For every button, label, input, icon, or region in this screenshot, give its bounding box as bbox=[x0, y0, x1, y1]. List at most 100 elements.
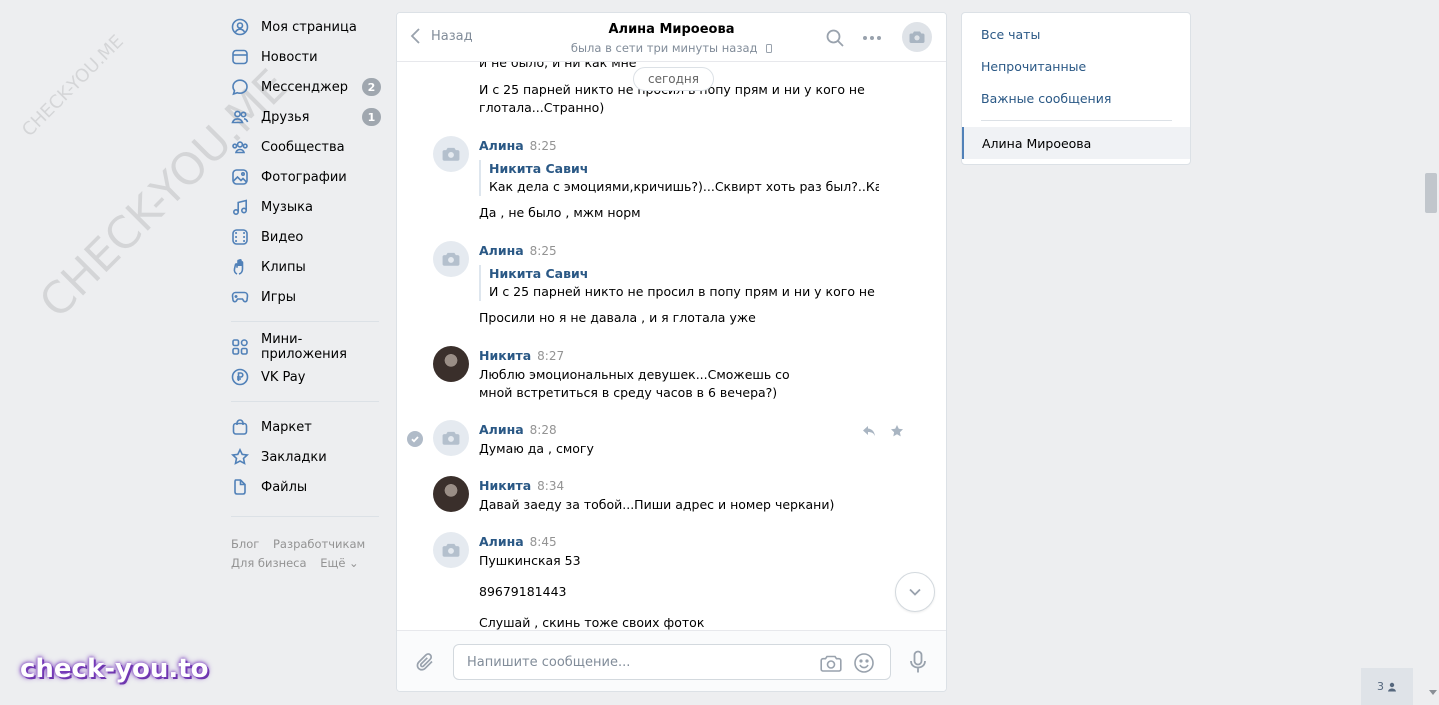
nav-communities[interactable]: Сообщества bbox=[231, 132, 381, 162]
messenger-count-badge: 2 bbox=[362, 78, 381, 96]
camera-icon bbox=[442, 147, 460, 161]
peer-avatar[interactable] bbox=[902, 22, 932, 52]
message-time[interactable]: 8:34 bbox=[537, 479, 564, 493]
nav-label: Новости bbox=[261, 49, 318, 65]
peer-status-text: была в сети три минуты назад bbox=[570, 41, 758, 55]
message-time[interactable]: 8:45 bbox=[530, 535, 557, 549]
message-header: Алина 8:28 bbox=[479, 422, 557, 437]
message-author[interactable]: Алина bbox=[479, 243, 524, 258]
nav-music[interactable]: Музыка bbox=[231, 192, 381, 222]
nav-games[interactable]: Игры bbox=[231, 282, 381, 312]
message-text: Пушкинская 53 bbox=[479, 553, 581, 568]
select-check-icon[interactable] bbox=[407, 431, 423, 447]
reply-quote[interactable]: Никита Савич Как дела с эмоциями,кричишь… bbox=[479, 160, 879, 196]
video-icon bbox=[231, 228, 249, 246]
more-icon[interactable] bbox=[861, 28, 883, 48]
nav-label: Музыка bbox=[261, 199, 313, 215]
sender-avatar[interactable] bbox=[433, 241, 469, 277]
footer-link-business[interactable]: Для бизнеса bbox=[231, 556, 307, 570]
message-composer bbox=[397, 630, 946, 691]
user-circle-icon bbox=[231, 18, 249, 36]
camera-icon bbox=[909, 31, 925, 43]
nav-label: VK Pay bbox=[261, 369, 306, 385]
nav-bookmarks[interactable]: Закладки bbox=[231, 442, 381, 472]
nav-label: Видео bbox=[261, 229, 304, 245]
filter-unread[interactable]: Непрочитанные bbox=[981, 59, 1086, 74]
footer-link-more[interactable]: Ещё ⌄ bbox=[320, 556, 358, 570]
camera-icon[interactable] bbox=[820, 653, 842, 673]
paperclip-icon[interactable] bbox=[415, 651, 437, 673]
sender-avatar[interactable] bbox=[433, 420, 469, 456]
message-author[interactable]: Никита bbox=[479, 348, 531, 363]
search-icon[interactable] bbox=[825, 28, 845, 48]
message-author[interactable]: Алина bbox=[479, 534, 524, 549]
camera-icon bbox=[442, 431, 460, 445]
nav-friends[interactable]: Друзья 1 bbox=[231, 102, 381, 132]
message-author[interactable]: Никита bbox=[479, 478, 531, 493]
sender-avatar[interactable] bbox=[433, 532, 469, 568]
nav-clips[interactable]: Клипы bbox=[231, 252, 381, 282]
nav-my-page[interactable]: Моя страница bbox=[231, 12, 381, 42]
date-separator: сегодня bbox=[633, 67, 714, 91]
emoji-icon[interactable] bbox=[853, 652, 875, 674]
nav-photos[interactable]: Фотографии bbox=[231, 162, 381, 192]
message-text: 89679181443 bbox=[479, 584, 567, 599]
nav-news[interactable]: Новости bbox=[231, 42, 381, 72]
chevron-left-icon bbox=[410, 28, 420, 44]
filter-all-chats[interactable]: Все чаты bbox=[981, 27, 1040, 42]
communities-icon bbox=[231, 138, 249, 156]
reply-icon[interactable] bbox=[862, 424, 876, 438]
nav-label: Мини-приложения bbox=[261, 332, 347, 362]
online-count: 3 bbox=[1377, 680, 1384, 693]
active-chat-item[interactable]: Алина Мироеова bbox=[962, 127, 1190, 159]
quote-text: Как дела с эмоциями,кричишь?)...Сквирт х… bbox=[489, 179, 879, 194]
nav-files[interactable]: Файлы bbox=[231, 472, 381, 502]
filter-important[interactable]: Важные сообщения bbox=[981, 91, 1111, 106]
nav-messenger[interactable]: Мессенджер 2 bbox=[231, 72, 381, 102]
watermark-small: CHECK-YOU.ME bbox=[18, 31, 128, 141]
message-header: Алина 8:25 bbox=[479, 243, 557, 258]
footer-link-blog[interactable]: Блог bbox=[231, 537, 259, 551]
photos-icon bbox=[231, 168, 249, 186]
camera-icon bbox=[442, 252, 460, 266]
message-text: Люблю эмоциональных девушек...Сможешь со… bbox=[479, 367, 790, 400]
reply-quote[interactable]: Никита Савич И с 25 парней никто не прос… bbox=[479, 265, 879, 301]
star-icon[interactable] bbox=[890, 424, 904, 438]
brand-watermark: check-you.to bbox=[20, 654, 209, 684]
scroll-arrow-icon[interactable] bbox=[1429, 690, 1437, 695]
chat-filter-panel: Все чаты Непрочитанные Важные сообщения … bbox=[961, 12, 1191, 165]
page-scrollbar-thumb[interactable] bbox=[1425, 173, 1437, 213]
nav-mini-apps[interactable]: Мини-приложения bbox=[231, 332, 381, 362]
nav-label: Файлы bbox=[261, 479, 308, 495]
nav-vk-pay[interactable]: VK Pay bbox=[231, 362, 381, 392]
footer-link-developers[interactable]: Разработчикам bbox=[273, 537, 365, 551]
chat-panel: Назад Алина Мироеова была в сети три мин… bbox=[396, 12, 947, 692]
files-icon bbox=[231, 478, 249, 496]
nav-label: Закладки bbox=[261, 449, 327, 465]
clips-icon bbox=[231, 258, 249, 276]
online-friends-badge[interactable]: 3 bbox=[1361, 668, 1413, 705]
message-author[interactable]: Алина bbox=[479, 422, 524, 437]
message-time[interactable]: 8:28 bbox=[530, 423, 557, 437]
message-author[interactable]: Алина bbox=[479, 138, 524, 153]
back-button[interactable]: Назад bbox=[409, 27, 473, 45]
chat-header: Назад Алина Мироеова была в сети три мин… bbox=[397, 13, 946, 62]
scroll-down-button[interactable] bbox=[895, 572, 935, 612]
message-time[interactable]: 8:27 bbox=[537, 349, 564, 363]
message-time[interactable]: 8:25 bbox=[530, 244, 557, 258]
nav-label: Клипы bbox=[261, 259, 306, 275]
sender-avatar[interactable] bbox=[433, 136, 469, 172]
peer-name[interactable]: Алина Мироеова bbox=[608, 22, 734, 37]
footer-links: Блог Разработчикам Для бизнеса Ещё ⌄ bbox=[231, 535, 381, 573]
sender-avatar[interactable] bbox=[433, 346, 469, 382]
nav-market[interactable]: Маркет bbox=[231, 412, 381, 442]
microphone-icon[interactable] bbox=[908, 650, 928, 674]
quote-text: И с 25 парней никто не просил в попу пря… bbox=[489, 284, 879, 299]
nav-video[interactable]: Видео bbox=[231, 222, 381, 252]
message-time[interactable]: 8:25 bbox=[530, 139, 557, 153]
market-icon bbox=[231, 418, 249, 436]
message-header: Никита 8:27 bbox=[479, 348, 564, 363]
sender-avatar[interactable] bbox=[433, 476, 469, 512]
message-input[interactable] bbox=[454, 645, 794, 679]
mini-apps-icon bbox=[231, 338, 249, 356]
